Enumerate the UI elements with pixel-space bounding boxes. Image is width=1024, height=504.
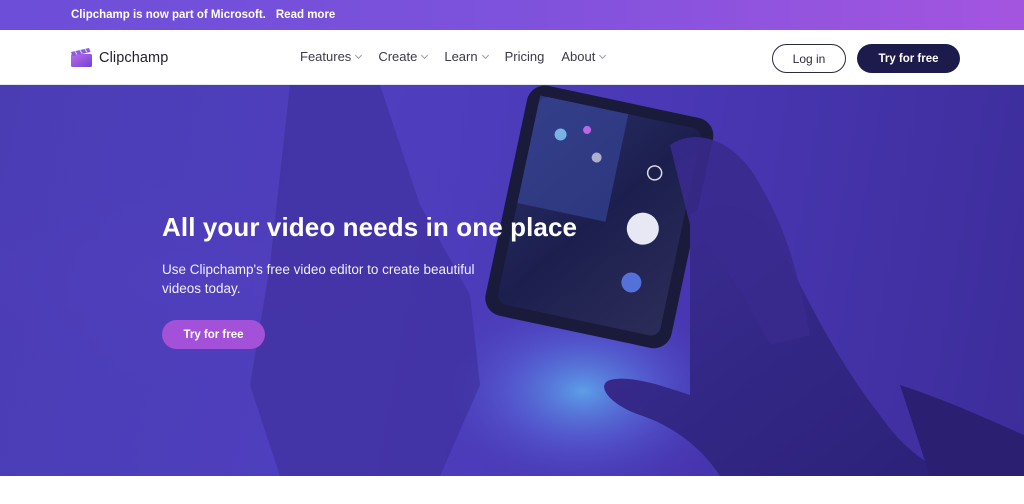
chevron-down-icon	[481, 51, 489, 59]
hero-section: All your video needs in one place Use Cl…	[0, 85, 1024, 476]
below-fold-area	[0, 476, 1024, 504]
try-for-free-hero-button[interactable]: Try for free	[162, 320, 265, 349]
chevron-down-icon	[355, 51, 363, 59]
menu-item-features[interactable]: Features	[300, 49, 363, 64]
clipchamp-logo-icon	[70, 47, 93, 68]
read-more-link[interactable]: Read more	[276, 9, 335, 21]
menu-item-label: About	[561, 49, 596, 64]
try-for-free-nav-button[interactable]: Try for free	[857, 44, 960, 73]
menu-item-pricing[interactable]: Pricing	[505, 49, 545, 64]
menu-item-label: Features	[300, 49, 352, 64]
brand-name: Clipchamp	[99, 49, 169, 66]
login-button[interactable]: Log in	[772, 44, 846, 73]
brand-logo-link[interactable]: Clipchamp	[70, 47, 168, 68]
chevron-down-icon	[599, 51, 607, 59]
main-menu: Features Create Learn Pricing About	[300, 49, 622, 64]
menu-item-create[interactable]: Create	[378, 49, 429, 64]
menu-item-label: Create	[378, 49, 418, 64]
announcement-text: Clipchamp is now part of Microsoft.	[71, 9, 266, 21]
menu-item-label: Learn	[444, 49, 478, 64]
menu-item-label: Pricing	[504, 49, 545, 64]
hero-subtitle: Use Clipchamp's free video editor to cre…	[162, 262, 475, 296]
hero-background-image	[0, 85, 1024, 476]
chevron-down-icon	[421, 51, 429, 59]
hero-title: All your video needs in one place	[162, 212, 578, 242]
top-navigation: Clipchamp Features Create Learn Pricing …	[0, 30, 1024, 85]
announcement-bar: Clipchamp is now part of Microsoft. Read…	[0, 0, 1024, 30]
menu-item-learn[interactable]: Learn	[444, 49, 489, 64]
menu-item-about[interactable]: About	[561, 49, 607, 64]
